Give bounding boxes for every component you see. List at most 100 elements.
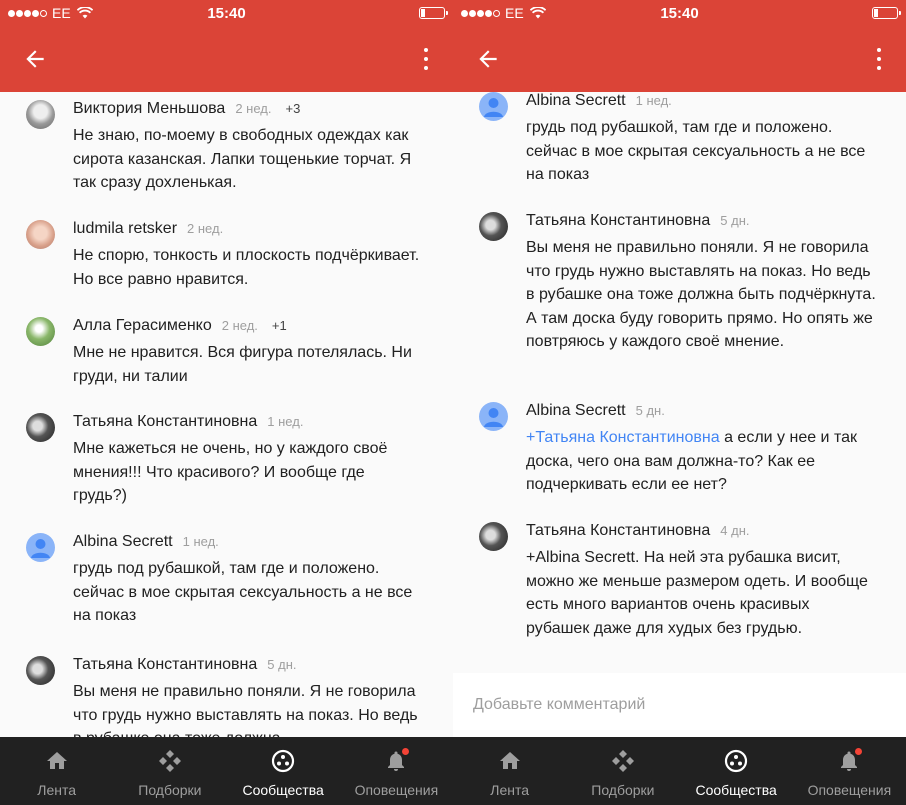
comment-item: Albina Secrett 1 нед. грудь под рубашкой,… bbox=[0, 533, 453, 673]
nav-communities[interactable]: Сообщества bbox=[680, 737, 793, 805]
comment-time: 5 дн. bbox=[720, 213, 750, 228]
comment-text: Мне не нравится. Вся фигура потелялась. … bbox=[73, 344, 412, 385]
nav-communities[interactable]: Сообщества bbox=[227, 737, 340, 805]
comment-text: Вы меня не правильно поняли. Я не говори… bbox=[73, 683, 418, 737]
comment-text: Не спорю, тонкость и плоскость подчёркив… bbox=[73, 247, 420, 288]
comment-composer bbox=[453, 673, 906, 737]
comment-author[interactable]: Татьяна Константиновна bbox=[526, 522, 710, 540]
plus-one-count[interactable]: +1 bbox=[272, 318, 287, 333]
nav-label: Оповещения bbox=[354, 782, 439, 798]
comment-time: 2 нед. bbox=[235, 101, 272, 116]
comment-text: Вы меня не правильно поняли. Я не говори… bbox=[526, 239, 876, 350]
default-avatar-icon bbox=[31, 539, 50, 558]
comment-time: 2 нед. bbox=[221, 318, 258, 333]
screen-right: EE 15:40 Albina Secrett 1 нед. грудь под … bbox=[453, 0, 906, 805]
nav-notifications[interactable]: Оповещения bbox=[340, 737, 453, 805]
avatar[interactable] bbox=[479, 212, 508, 241]
nav-home[interactable]: Лента bbox=[453, 737, 566, 805]
avatar[interactable] bbox=[479, 522, 508, 551]
screen-left: EE 15:40 Виктория Меньшова 2 нед. +3 Не зн… bbox=[0, 0, 453, 805]
notification-badge bbox=[401, 747, 411, 756]
comment-item: Татьяна Константиновна 1 нед. Мне кажетьс… bbox=[0, 413, 453, 553]
more-options-icon[interactable] bbox=[876, 46, 882, 72]
communities-icon bbox=[272, 749, 295, 773]
plus-one-count[interactable]: +3 bbox=[285, 101, 300, 116]
battery-icon bbox=[872, 7, 901, 19]
nav-label: Сообщества bbox=[695, 782, 777, 798]
avatar[interactable] bbox=[26, 413, 55, 442]
comment-author[interactable]: Татьяна Константиновна bbox=[526, 212, 710, 230]
clock: 15:40 bbox=[660, 5, 699, 22]
mention-link[interactable]: +Татьяна Константиновна bbox=[526, 429, 720, 446]
nav-notifications[interactable]: Оповещения bbox=[793, 737, 906, 805]
comment-author[interactable]: ludmila retsker bbox=[73, 220, 177, 238]
comment-time: 1 нед. bbox=[182, 534, 219, 549]
comment-text: Не знаю, по-моему в свободных одеждах ка… bbox=[73, 127, 412, 191]
bottom-navigation: Лента Подборки Сообщества Оповещения bbox=[453, 737, 906, 805]
comment-author[interactable]: Алла Герасименко bbox=[73, 317, 212, 335]
comment-item: Albina Secrett 5 дн. +Татьяна Константино… bbox=[453, 402, 906, 542]
avatar[interactable] bbox=[26, 220, 55, 249]
home-icon bbox=[499, 752, 520, 769]
app-toolbar bbox=[0, 26, 453, 92]
comment-author[interactable]: Albina Secrett bbox=[73, 533, 173, 551]
default-avatar-icon bbox=[484, 408, 503, 427]
bottom-navigation: Лента Подборки Сообщества Оповещения bbox=[0, 737, 453, 805]
comment-time: 1 нед. bbox=[635, 93, 672, 108]
nav-label: Лента bbox=[37, 782, 76, 798]
back-arrow-icon[interactable] bbox=[475, 46, 501, 72]
home-icon bbox=[46, 752, 67, 769]
status-bar: EE 15:40 bbox=[453, 0, 906, 26]
clock: 15:40 bbox=[207, 5, 246, 22]
status-bar: EE 15:40 bbox=[0, 0, 453, 26]
comment-item: Татьяна Константиновна 5 дн. Вы меня не п… bbox=[0, 656, 453, 737]
comment-input[interactable] bbox=[453, 673, 906, 737]
nav-home[interactable]: Лента bbox=[0, 737, 113, 805]
collections-icon bbox=[611, 750, 634, 772]
battery-icon bbox=[419, 7, 448, 19]
back-arrow-icon[interactable] bbox=[22, 46, 48, 72]
comment-text: +Albina Secrett. На ней эта рубашка виси… bbox=[526, 549, 868, 637]
comment-item: Татьяна Константиновна 5 дн. Вы меня не п… bbox=[453, 212, 906, 352]
comment-time: 5 дн. bbox=[267, 657, 297, 672]
avatar[interactable] bbox=[26, 317, 55, 346]
nav-label: Сообщества bbox=[242, 782, 324, 798]
comment-author[interactable]: Виктория Меньшова bbox=[73, 100, 225, 118]
avatar[interactable] bbox=[26, 656, 55, 685]
comment-text: +Татьяна Константиновна а если у нее и т… bbox=[526, 426, 876, 497]
comment-text: Мне кажеться не очень, но у каждого своё… bbox=[73, 440, 388, 504]
comment-author[interactable]: Albina Secrett bbox=[526, 402, 626, 420]
notification-badge bbox=[854, 747, 864, 756]
collections-icon bbox=[158, 750, 181, 772]
communities-icon bbox=[725, 749, 748, 773]
nav-label: Подборки bbox=[591, 782, 655, 798]
comment-author[interactable]: Albina Secrett bbox=[526, 92, 626, 110]
app-toolbar bbox=[453, 26, 906, 92]
nav-collections[interactable]: Подборки bbox=[566, 737, 679, 805]
comment-text: грудь под рубашкой, там где и положено. … bbox=[526, 119, 866, 183]
comment-time: 5 дн. bbox=[635, 403, 665, 418]
nav-label: Лента bbox=[490, 782, 529, 798]
avatar[interactable] bbox=[479, 402, 508, 431]
comment-item: Татьяна Константиновна 4 дн. +Albina Secr… bbox=[453, 522, 906, 662]
comment-list[interactable]: Виктория Меньшова 2 нед. +3 Не знаю, по-мо… bbox=[0, 92, 453, 737]
comment-time: 4 дн. bbox=[720, 523, 750, 538]
comment-author[interactable]: Татьяна Константиновна bbox=[73, 656, 257, 674]
comment-time: 1 нед. bbox=[267, 414, 304, 429]
bell-icon-wrap bbox=[837, 747, 864, 773]
nav-label: Оповещения bbox=[807, 782, 892, 798]
comment-item: Виктория Меньшова 2 нед. +3 Не знаю, по-мо… bbox=[0, 100, 453, 240]
comment-item: Albina Secrett 1 нед. грудь под рубашкой,… bbox=[453, 92, 906, 232]
nav-collections[interactable]: Подборки bbox=[113, 737, 226, 805]
comment-text: грудь под рубашкой, там где и положено. … bbox=[73, 560, 413, 624]
comment-list[interactable]: Albina Secrett 1 нед. грудь под рубашкой,… bbox=[453, 92, 906, 737]
bell-icon-wrap bbox=[384, 747, 411, 773]
avatar[interactable] bbox=[26, 100, 55, 129]
avatar[interactable] bbox=[479, 92, 508, 121]
avatar[interactable] bbox=[26, 533, 55, 562]
nav-label: Подборки bbox=[138, 782, 202, 798]
more-options-icon[interactable] bbox=[423, 46, 429, 72]
comment-time: 2 нед. bbox=[187, 221, 224, 236]
comment-author[interactable]: Татьяна Константиновна bbox=[73, 413, 257, 431]
default-avatar-icon bbox=[484, 98, 503, 117]
